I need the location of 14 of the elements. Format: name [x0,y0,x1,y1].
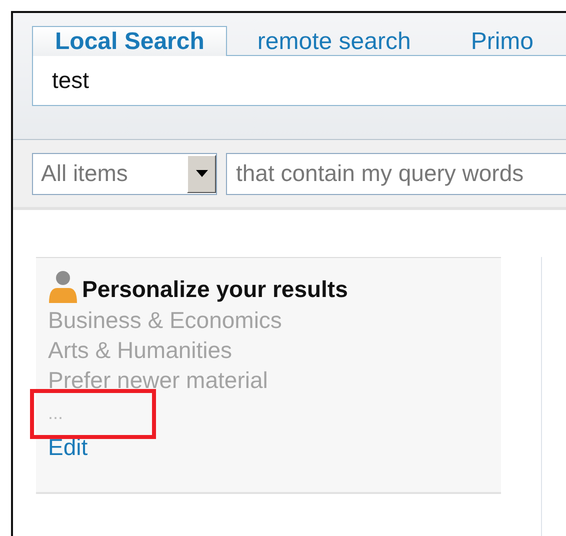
search-field[interactable]: test [32,55,566,106]
user-icon [48,270,78,303]
search-tab[interactable]: remote search [227,29,441,55]
match-dropdown[interactable]: that contain my query words [226,152,566,194]
caret-icon [196,170,208,177]
scope-dropdown[interactable]: All items [32,152,217,194]
preference-item: Arts & Humanities [48,336,234,365]
preference-item: Prefer newer material [48,366,269,395]
search-tab[interactable]: Primo [440,29,564,55]
personalize-title: Personalize your results [82,276,348,303]
search-tab[interactable]: Local Search [32,26,228,56]
more-ellipsis: ... [48,402,64,425]
preference-item: Business & Economics [48,306,283,335]
edit-link[interactable]: Edit [48,431,88,463]
